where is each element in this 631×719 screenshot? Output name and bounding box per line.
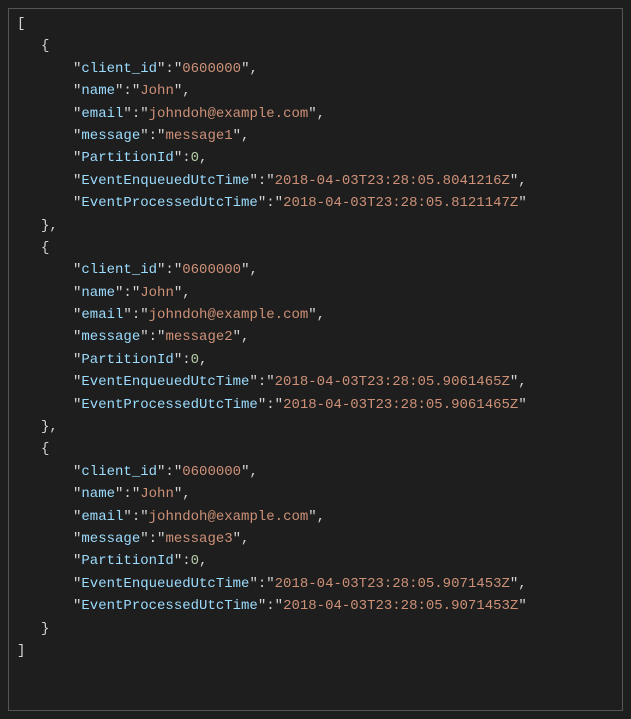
json-row: "PartitionId":0, [17, 550, 614, 572]
object-open: { [17, 237, 614, 259]
code-editor[interactable]: [ { "client_id":"0600000", "name":"John"… [8, 8, 623, 711]
json-row: "EventEnqueuedUtcTime":"2018-04-03T23:28… [17, 170, 614, 192]
json-row: "name":"John", [17, 483, 614, 505]
json-row: "message":"message3", [17, 528, 614, 550]
array-open: [ [17, 13, 614, 35]
json-row: "name":"John", [17, 282, 614, 304]
json-row: "EventEnqueuedUtcTime":"2018-04-03T23:28… [17, 573, 614, 595]
json-row: "email":"johndoh@example.com", [17, 506, 614, 528]
object-open: { [17, 35, 614, 57]
json-row: "PartitionId":0, [17, 147, 614, 169]
json-row: "message":"message1", [17, 125, 614, 147]
json-row: "email":"johndoh@example.com", [17, 103, 614, 125]
json-row: "client_id":"0600000", [17, 58, 614, 80]
array-close: ] [17, 640, 614, 662]
json-row: "EventEnqueuedUtcTime":"2018-04-03T23:28… [17, 371, 614, 393]
object-open: { [17, 438, 614, 460]
json-row: "client_id":"0600000", [17, 461, 614, 483]
object-close: } [17, 618, 614, 640]
json-row: "PartitionId":0, [17, 349, 614, 371]
object-close: }, [17, 215, 614, 237]
json-row: "email":"johndoh@example.com", [17, 304, 614, 326]
json-row: "EventProcessedUtcTime":"2018-04-03T23:2… [17, 394, 614, 416]
json-row: "client_id":"0600000", [17, 259, 614, 281]
json-row: "name":"John", [17, 80, 614, 102]
json-row: "EventProcessedUtcTime":"2018-04-03T23:2… [17, 192, 614, 214]
json-row: "message":"message2", [17, 326, 614, 348]
object-close: }, [17, 416, 614, 438]
json-row: "EventProcessedUtcTime":"2018-04-03T23:2… [17, 595, 614, 617]
